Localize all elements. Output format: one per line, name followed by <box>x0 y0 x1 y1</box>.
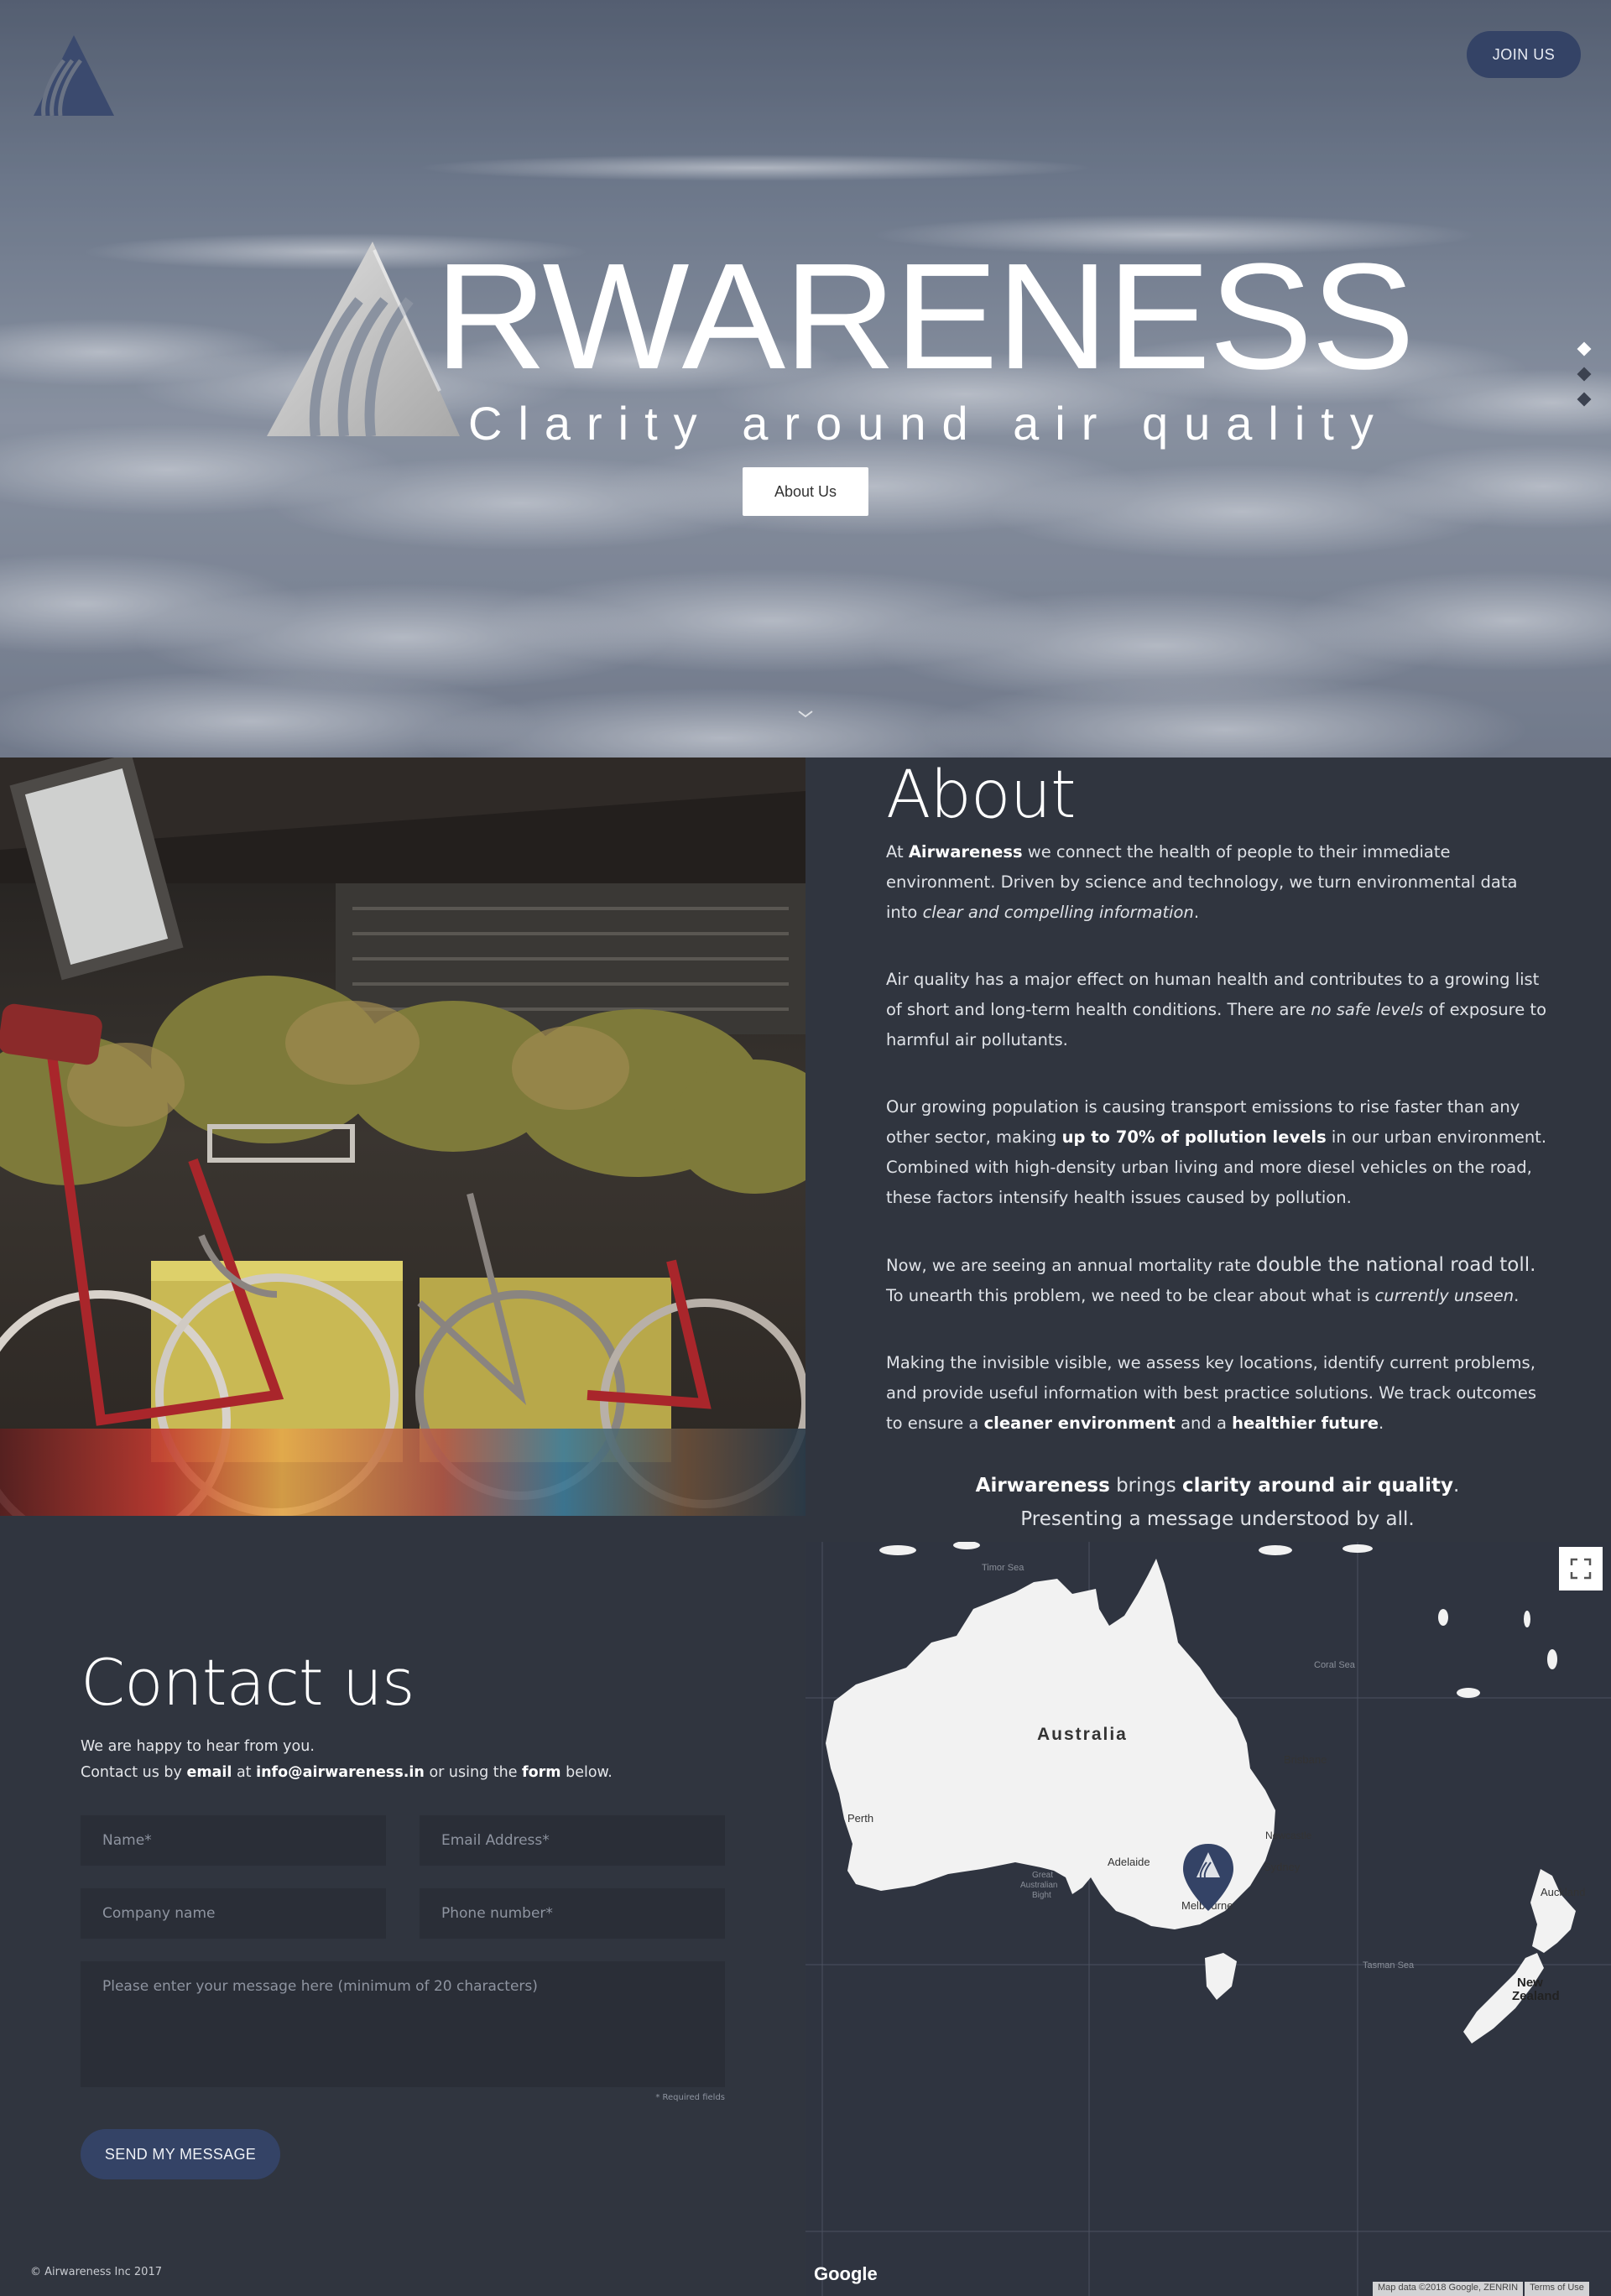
text: . <box>1514 1286 1520 1305</box>
map-label-nz-2: Zealand <box>1512 1989 1560 2003</box>
about-paragraph-3: Our growing population is causing transp… <box>886 1092 1549 1213</box>
email-link[interactable]: info@airwareness.in <box>256 1764 425 1781</box>
map-canvas[interactable]: Australia Brisbane Perth Newcastle Sydne… <box>806 1542 1611 2296</box>
text: . <box>1453 1475 1460 1497</box>
tasmania <box>1205 1953 1237 2000</box>
about-title: About <box>886 758 1077 833</box>
send-message-button[interactable]: SEND MY MESSAGE <box>81 2129 280 2179</box>
contact-line-1: We are happy to hear from you. <box>81 1738 315 1755</box>
map-label-newcastle: Newcastle <box>1265 1830 1312 1841</box>
map-label-sydney: Sydney <box>1264 1861 1301 1873</box>
map-label-bight-3: Bight <box>1032 1891 1051 1900</box>
company-field[interactable] <box>81 1888 386 1939</box>
highlight: healthier future <box>1232 1414 1379 1433</box>
contact-intro: We are happy to hear from you. Contact u… <box>81 1734 613 1786</box>
brand-tagline: Clarity around air quality <box>468 397 1389 450</box>
slide-dot-2[interactable] <box>1577 367 1592 382</box>
fullscreen-icon <box>1570 1558 1592 1580</box>
about-paragraph-4: Now, we are seeing an annual mortality r… <box>886 1250 1549 1311</box>
map-label-brisbane: Brisbane <box>1284 1753 1327 1766</box>
map-label-australia: Australia <box>1037 1725 1128 1744</box>
bicycles-photo <box>0 758 806 1516</box>
about-body: At Airwareness we connect the health of … <box>886 837 1549 1476</box>
map-fullscreen-button[interactable] <box>1559 1547 1603 1591</box>
text-bold: email <box>186 1764 232 1781</box>
map-label-adelaide: Adelaide <box>1108 1856 1150 1868</box>
required-note: * Required fields <box>655 2093 725 2102</box>
map-label-nz-1: New <box>1517 1976 1543 1990</box>
about-paragraph-1: At Airwareness we connect the health of … <box>886 837 1549 928</box>
contact-title: Contact us <box>81 1645 415 1720</box>
map-label-perth: Perth <box>847 1812 873 1825</box>
about-us-button[interactable]: About Us <box>743 467 868 516</box>
map-label-timor-sea: Timor Sea <box>982 1563 1024 1573</box>
slide-dot-1[interactable] <box>1577 341 1592 357</box>
emphasis: no safe levels <box>1311 1000 1424 1019</box>
text: or using the <box>424 1764 523 1781</box>
text-bold: form <box>522 1764 561 1781</box>
text: Contact us by <box>81 1764 187 1781</box>
phone-field[interactable] <box>420 1888 725 1939</box>
name-field[interactable] <box>81 1815 386 1866</box>
text: . <box>1379 1414 1384 1433</box>
corner-logo-icon[interactable] <box>30 32 117 119</box>
about-paragraph-2: Air quality has a major effect on human … <box>886 965 1549 1055</box>
about-section: About At Airwareness we connect the heal… <box>806 758 1611 1542</box>
text: To unearth this problem, we need to be c… <box>886 1286 1375 1305</box>
map-label-tasman-sea: Tasman Sea <box>1363 1960 1415 1971</box>
about-closing-line-1: Airwareness brings clarity around air qu… <box>886 1469 1549 1502</box>
text: at <box>232 1764 257 1781</box>
highlight: cleaner environment <box>983 1414 1176 1433</box>
message-field[interactable] <box>81 1961 725 2087</box>
about-closing: Airwareness brings clarity around air qu… <box>886 1469 1549 1536</box>
contact-section: Contact us We are happy to hear from you… <box>0 1516 806 2296</box>
highlight: clarity around air quality <box>1182 1475 1454 1497</box>
about-closing-line-2: Presenting a message understood by all. <box>1020 1508 1415 1530</box>
copyright: © Airwareness Inc 2017 <box>30 2266 162 2278</box>
brand-name: Airwareness <box>908 842 1023 862</box>
text: below. <box>560 1764 613 1781</box>
text: and a <box>1175 1414 1233 1433</box>
highlight: up to 70% of pollution levels <box>1061 1127 1327 1147</box>
contact-line-2: Contact us by email at info@airwareness.… <box>81 1760 613 1786</box>
text: brings <box>1109 1475 1182 1497</box>
slide-dots <box>1574 341 1594 419</box>
map-attribution: Map data ©2018 Google, ZENRIN Terms of U… <box>1371 2282 1589 2296</box>
location-map[interactable]: Australia Brisbane Perth Newcastle Sydne… <box>806 1542 1611 2296</box>
map-label-bight-1: Great <box>1032 1871 1053 1880</box>
brand-wordmark: RWARENESS <box>435 232 1415 401</box>
map-label-auckland: Auckland <box>1541 1886 1585 1898</box>
scroll-down-icon[interactable] <box>795 708 816 720</box>
slide-dot-3[interactable] <box>1577 392 1592 407</box>
email-field[interactable] <box>420 1815 725 1866</box>
text: Now, we are seeing an annual mortality r… <box>886 1256 1256 1275</box>
google-logo[interactable]: Google <box>814 2263 878 2285</box>
emphasis: clear and compelling information <box>922 903 1194 922</box>
text: At <box>886 842 909 862</box>
map-data-credit: Map data ©2018 Google, ZENRIN <box>1373 2282 1524 2296</box>
highlight: double the national road toll. <box>1255 1254 1536 1276</box>
emphasis: currently unseen <box>1374 1286 1515 1305</box>
hero-section: JOIN US RWARENESS Clarity around air qua… <box>0 0 1611 758</box>
nz-north-island <box>1530 1869 1576 1953</box>
text: . <box>1193 903 1200 922</box>
join-us-button[interactable]: JOIN US <box>1467 31 1581 78</box>
brand-name: Airwareness <box>975 1475 1110 1497</box>
hero-brand: RWARENESS Clarity around air quality <box>267 242 1415 451</box>
about-paragraph-5: Making the invisible visible, we assess … <box>886 1348 1549 1439</box>
map-terms-link[interactable]: Terms of Use <box>1525 2282 1589 2296</box>
map-label-coral-sea: Coral Sea <box>1314 1660 1356 1670</box>
map-label-bight-2: Australian <box>1020 1881 1057 1890</box>
